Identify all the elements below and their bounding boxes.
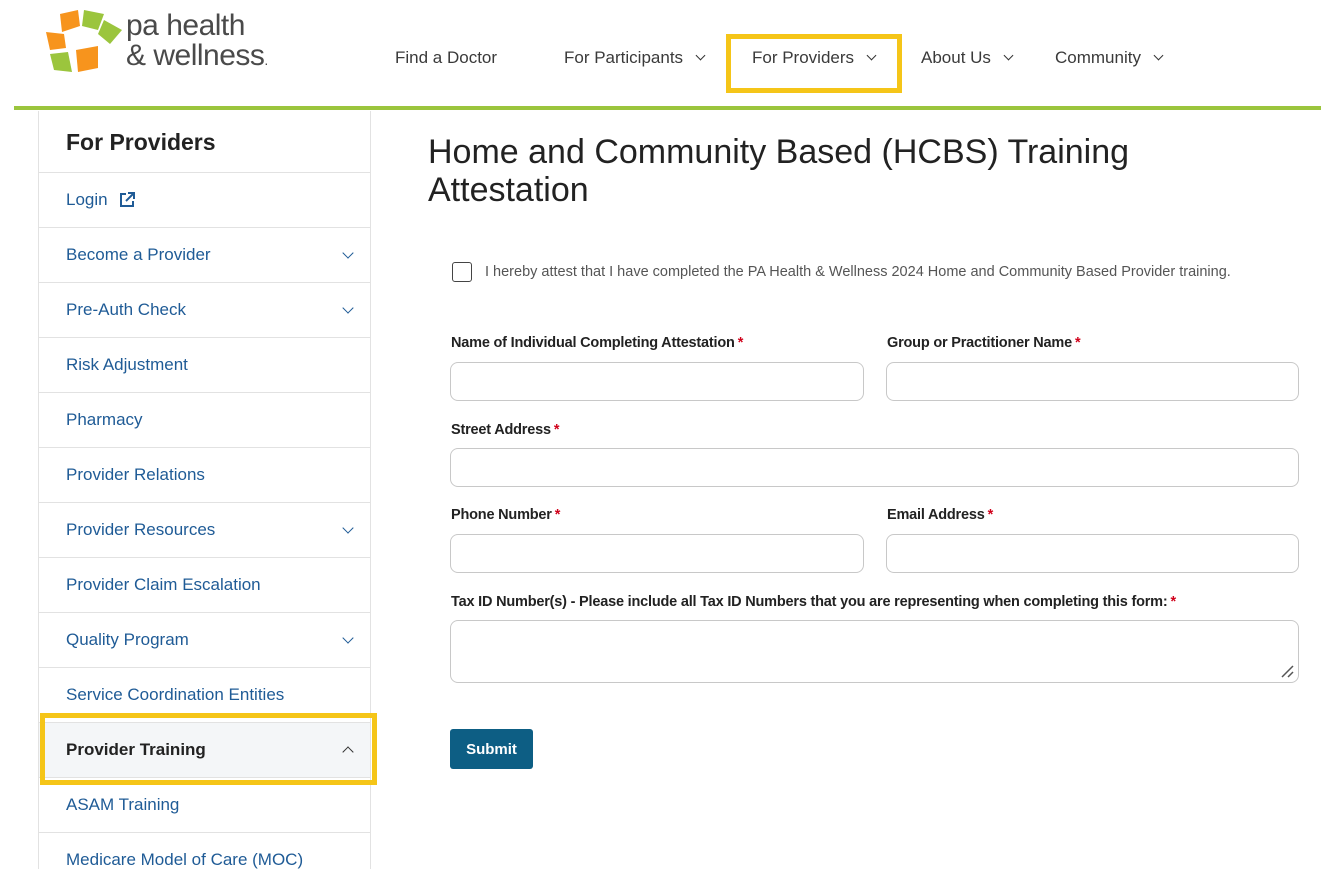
sidebar-item-label: Login [66,190,108,209]
sidebar-item-pre-auth-check[interactable]: Pre-Auth Check [39,283,370,338]
submit-button[interactable]: Submit [450,729,533,769]
sidebar-item-label: Service Coordination Entities [66,685,285,704]
phone-field-label: Phone Number * [451,507,560,523]
name-input[interactable] [450,362,864,401]
chevron-down-icon [1003,50,1014,61]
resize-grip-icon[interactable] [1280,664,1294,678]
sidebar-item-label: Provider Relations [66,465,205,484]
brand-wordmark: pa health & wellness. [126,11,268,75]
header-divider [14,106,1321,110]
required-marker: * [1074,335,1081,351]
sidebar-item-label: Provider Resources [66,520,216,539]
required-marker: * [1170,594,1177,610]
sidebar-item-label: Risk Adjustment [66,355,188,374]
taxid-field-label: Tax ID Number(s) - Please include all Ta… [451,594,1176,610]
taxid-label-text: Tax ID Number(s) - Please include all Ta… [451,594,1168,610]
phone-label-text: Phone Number [451,507,552,523]
nav-label: Community [1055,48,1141,67]
nav-highlight-box [726,34,902,93]
nav-label: About Us [921,48,991,67]
sidebar-item-login[interactable]: Login [39,173,370,228]
phone-input[interactable] [450,534,864,573]
chevron-down-icon [342,632,354,644]
brand-mark: . [264,52,268,68]
nav-for-participants[interactable]: For Participants [564,48,706,68]
chevron-down-icon [342,522,354,534]
group-label-text: Group or Practitioner Name [887,335,1072,351]
external-link-icon [119,192,135,207]
email-field-label: Email Address * [887,507,993,523]
sidebar-item-label: Quality Program [66,630,189,649]
name-label-text: Name of Individual Completing Attestatio… [451,335,735,351]
name-field-label: Name of Individual Completing Attestatio… [451,335,743,351]
required-marker: * [554,507,561,523]
chevron-down-icon [342,302,354,314]
nav-label: Find a Doctor [395,48,498,67]
sidebar-highlight-box [40,713,377,785]
sidebar-item-label: Provider Claim Escalation [66,575,261,594]
email-input[interactable] [886,534,1299,573]
street-address-input[interactable] [450,448,1299,487]
logo-mark-icon [46,10,122,72]
required-marker: * [737,335,744,351]
group-input[interactable] [886,362,1299,401]
sidebar-item-risk-adjustment[interactable]: Risk Adjustment [39,338,370,393]
sidebar-item-label: Medicare Model of Care (MOC) [66,850,304,869]
sidebar-item-label: Pre-Auth Check [66,300,186,319]
brand-line1: pa health [126,9,245,42]
chevron-down-icon [1153,50,1164,61]
sidebar-item-asam-training[interactable]: ASAM Training [39,778,370,833]
brand-line2: & wellness [126,39,265,72]
chevron-down-icon [342,247,354,259]
sidebar-title: For Providers [39,111,370,173]
brand-logo[interactable]: pa health & wellness. [46,10,286,80]
sidebar-item-label: Become a Provider [66,245,211,264]
attestation-row: I hereby attest that I have completed th… [452,261,1292,284]
sidebar-item-provider-relations[interactable]: Provider Relations [39,448,370,503]
street-label-text: Street Address [451,422,551,438]
page-title: Home and Community Based (HCBS) Training… [428,133,1130,209]
nav-find-a-doctor[interactable]: Find a Doctor [395,48,497,68]
sidebar-item-label: Pharmacy [66,410,143,429]
sidebar-item-label: ASAM Training [66,795,180,814]
attestation-text: I hereby attest that I have completed th… [485,264,1231,280]
attestation-checkbox[interactable] [452,262,472,282]
sidebar-item-pharmacy[interactable]: Pharmacy [39,393,370,448]
nav-community[interactable]: Community [1055,48,1164,68]
required-marker: * [987,507,994,523]
sidebar-item-become-a-provider[interactable]: Become a Provider [39,228,370,283]
nav-label: For Participants [564,48,684,67]
nav-about-us[interactable]: About Us [921,48,1014,68]
chevron-down-icon [695,50,706,61]
sidebar-item-provider-claim-escalation[interactable]: Provider Claim Escalation [39,558,370,613]
required-marker: * [553,422,560,438]
group-field-label: Group or Practitioner Name * [887,335,1081,351]
sidebar-item-quality-program[interactable]: Quality Program [39,613,370,668]
taxid-textarea[interactable] [450,620,1299,683]
sidebar-item-medicare-model-of-care[interactable]: Medicare Model of Care (MOC) [39,833,370,869]
street-field-label: Street Address * [451,422,559,438]
sidebar-item-provider-resources[interactable]: Provider Resources [39,503,370,558]
email-label-text: Email Address [887,507,985,523]
